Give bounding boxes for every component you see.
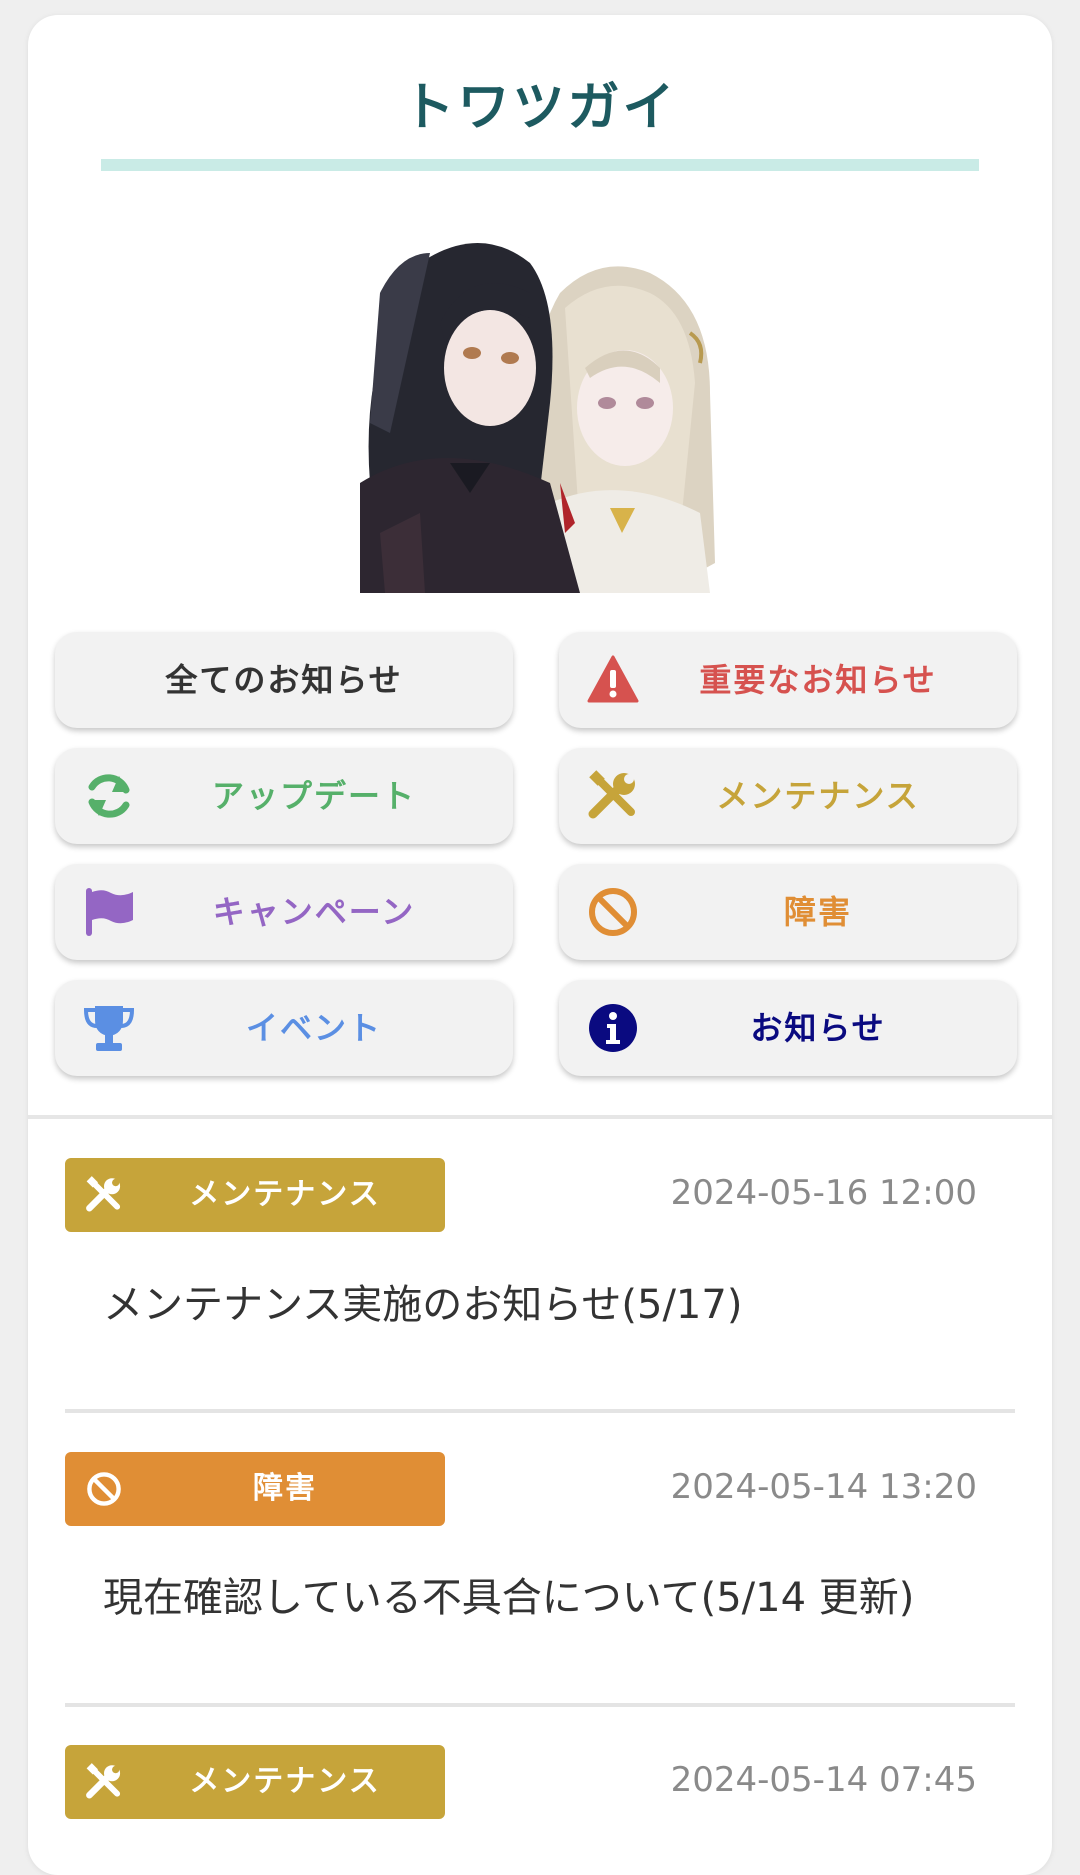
failure-button[interactable]: 障害 — [559, 864, 1017, 960]
news-title[interactable]: メンテナンス実施のお知らせ(5/17) — [103, 1272, 742, 1330]
category-badge: メンテナンス — [65, 1745, 445, 1819]
all-notices-label: 全てのお知らせ — [165, 661, 403, 699]
category-badge: 障害 — [65, 1452, 445, 1526]
maintenance-button[interactable]: メンテナンス — [559, 748, 1017, 844]
news-divider — [65, 1409, 1015, 1413]
ban-icon — [87, 1472, 121, 1506]
news-date: 2024-05-14 13:20 — [670, 1467, 977, 1507]
news-divider — [65, 1703, 1015, 1707]
tools-icon — [86, 1176, 121, 1212]
campaign-button[interactable]: キャンペーン — [55, 864, 513, 960]
update-label: アップデート — [211, 777, 416, 815]
news-date: 2024-05-14 07:45 — [670, 1760, 977, 1800]
page-title: トワツガイ — [402, 78, 678, 138]
important-notices-button[interactable]: 重要なお知らせ — [559, 632, 1017, 728]
info-label: お知らせ — [750, 1009, 886, 1047]
news-date: 2024-05-16 12:00 — [670, 1173, 977, 1213]
category-badge: メンテナンス — [65, 1158, 445, 1232]
news-title[interactable]: 現在確認している不具合について(5/14 更新) — [103, 1565, 914, 1623]
event-label: イベント — [245, 1009, 382, 1047]
tools-icon — [86, 1763, 121, 1799]
event-button[interactable]: イベント — [55, 980, 513, 1076]
badge-label: メンテナンス — [189, 1764, 381, 1799]
info-button[interactable]: お知らせ — [559, 980, 1017, 1076]
maintenance-label: メンテナンス — [716, 777, 920, 815]
important-notices-label: 重要なお知らせ — [699, 661, 937, 699]
badge-label: 障害 — [253, 1471, 317, 1506]
all-notices-button[interactable]: 全てのお知らせ — [55, 632, 513, 728]
notice-card: トワツガイ 全てのお知らせ 重要なお知らせ アップデート メンテナンス キャンペ… — [28, 15, 1052, 1875]
key-visual-image — [360, 233, 722, 593]
title-underline — [101, 159, 979, 171]
section-divider — [28, 1115, 1052, 1119]
badge-label: メンテナンス — [189, 1177, 381, 1212]
update-button[interactable]: アップデート — [55, 748, 513, 844]
failure-label: 障害 — [783, 893, 852, 931]
campaign-label: キャンペーン — [212, 893, 416, 931]
